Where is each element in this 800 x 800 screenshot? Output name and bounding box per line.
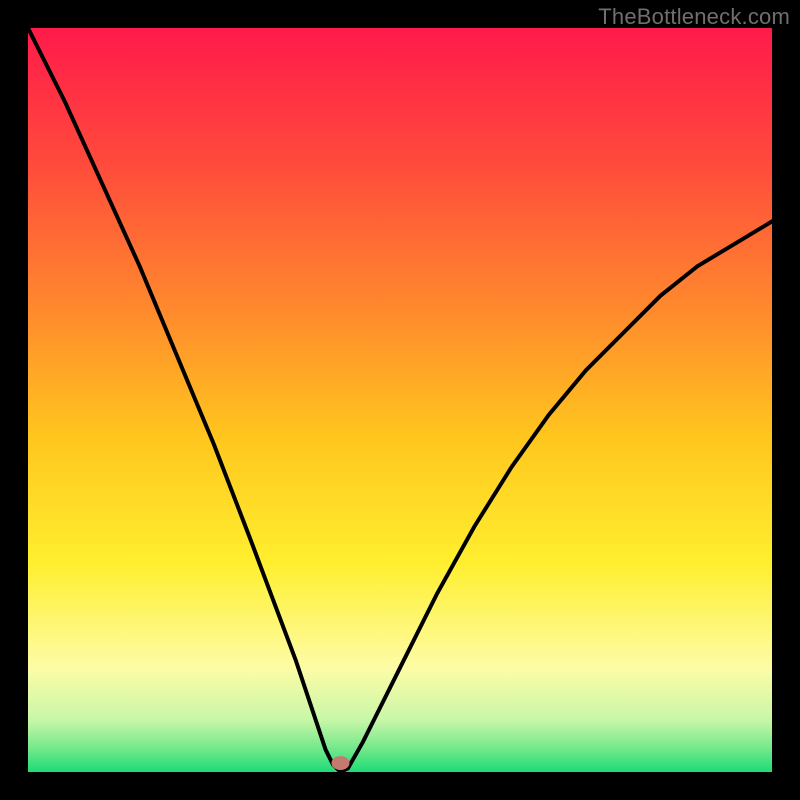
chart-frame — [28, 28, 772, 772]
gradient-background — [28, 28, 772, 772]
bottleneck-chart — [28, 28, 772, 772]
minimum-marker — [331, 756, 349, 770]
watermark-text: TheBottleneck.com — [598, 4, 790, 30]
